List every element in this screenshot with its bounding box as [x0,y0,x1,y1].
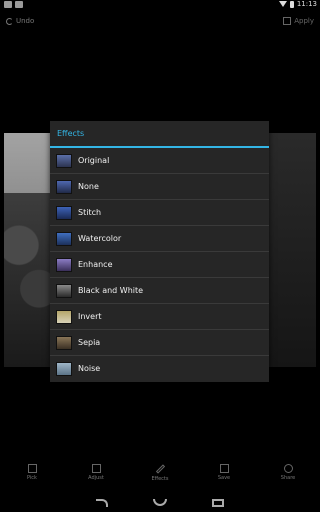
clock: 11:13 [296,0,317,8]
effect-label: Watercolor [78,234,122,243]
sliders-icon [91,464,101,473]
image-icon [27,464,37,473]
navigation-bar [0,493,320,512]
effect-label: Sepia [78,338,101,347]
effect-item-sepia[interactable]: Sepia [50,330,269,356]
undo-icon [6,17,13,25]
share-button[interactable]: Share [256,464,320,492]
home-icon[interactable] [153,499,167,506]
recent-apps-icon[interactable] [212,498,224,507]
undo-button[interactable]: Undo [6,17,34,25]
pick-label: Pick [27,475,37,481]
pick-button[interactable]: Pick [0,464,64,492]
effect-item-none[interactable]: None [50,174,269,200]
effect-label: Invert [78,312,102,321]
effect-thumbnail [56,179,72,194]
adjust-button[interactable]: Adjust [64,464,128,492]
apply-button[interactable]: Apply [283,17,314,25]
effect-label: Black and White [78,286,144,295]
effect-thumbnail [56,309,72,324]
effect-label: None [78,182,99,191]
effect-thumbnail [56,231,72,246]
effect-thumbnail [56,257,72,272]
effect-label: Original [78,156,110,165]
effect-item-invert[interactable]: Invert [50,304,269,330]
effect-label: Enhance [78,260,113,269]
effects-list: Original None Stitch Watercolor Enhance … [50,148,269,381]
apply-label: Apply [294,17,314,25]
status-right: 11:13 [278,0,317,8]
notification-icons [4,1,23,8]
effects-dialog: Effects Original None Stitch Watercolor … [50,121,269,382]
effect-item-noise[interactable]: Noise [50,356,269,381]
effect-label: Noise [78,364,101,373]
share-icon [283,464,293,473]
pencil-icon [155,464,165,474]
share-label: Share [280,475,296,481]
effect-thumbnail [56,153,72,168]
save-label: Save [217,475,231,481]
photo-trees-left [4,193,54,367]
effect-item-black-and-white[interactable]: Black and White [50,278,269,304]
effect-item-original[interactable]: Original [50,148,269,174]
image-notification-icon [4,1,12,8]
effect-thumbnail [56,335,72,350]
wifi-icon [278,1,287,7]
effect-thumbnail [56,283,72,298]
effect-thumbnail [56,361,72,376]
effect-item-enhance[interactable]: Enhance [50,252,269,278]
status-bar: 11:13 [0,0,320,10]
bottom-toolbar: Pick Adjust Effects Save Share [0,464,320,492]
undo-label: Undo [16,17,35,25]
apply-icon [283,17,292,25]
dialog-title: Effects [57,129,85,138]
save-button[interactable]: Save [192,464,256,492]
save-icon [219,464,229,473]
effect-item-watercolor[interactable]: Watercolor [50,226,269,252]
effects-label: Effects [151,476,169,482]
effect-label: Stitch [78,208,102,217]
adjust-label: Adjust [88,475,104,481]
action-bar: Undo Apply [0,12,320,34]
photo-trees-right [268,133,316,367]
battery-icon [289,0,294,8]
effects-button[interactable]: Effects [128,464,192,492]
dropbox-notification-icon [15,1,23,8]
effect-item-stitch[interactable]: Stitch [50,200,269,226]
effect-thumbnail [56,205,72,220]
back-icon[interactable] [96,498,108,507]
